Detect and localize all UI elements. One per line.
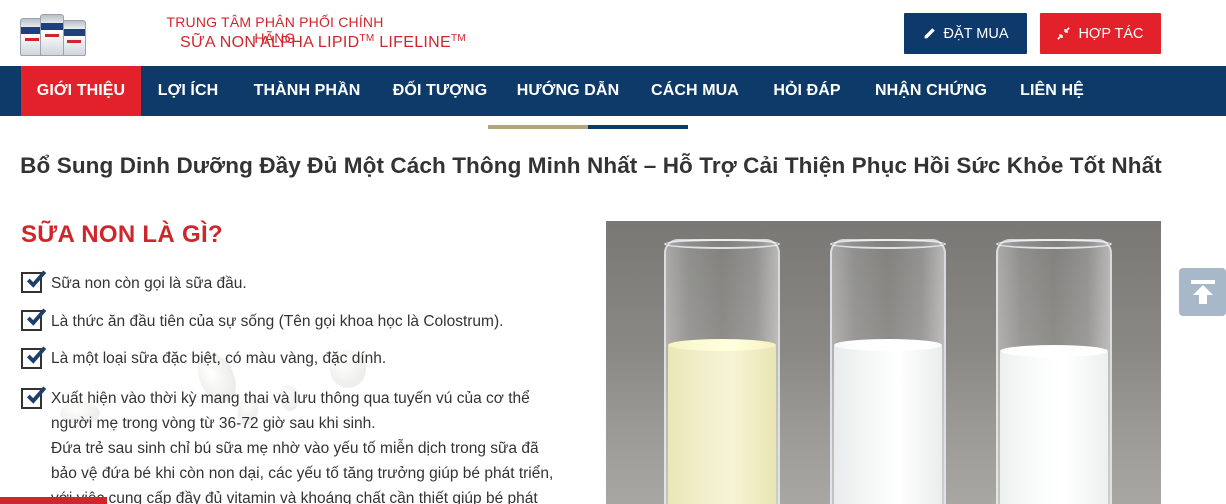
section-title: SỮA NON LÀ GÌ?	[21, 221, 223, 248]
colostrum-test-tubes-photo	[606, 221, 1161, 504]
scroll-to-top-button[interactable]	[1179, 268, 1226, 316]
tube-rim	[664, 239, 780, 249]
list-item-text: Đứa trẻ sau sinh chỉ bú sữa mẹ nhờ vào y…	[51, 440, 539, 457]
nav-item-thanh-phan[interactable]: THÀNH PHẦN	[240, 66, 374, 116]
list-item-text: Sữa non còn gọi là sữa đầu.	[51, 275, 247, 292]
checkbox-icon	[21, 308, 47, 331]
tube-liquid	[1000, 351, 1108, 504]
brand-name-part1: SỮA NON ALPHA LIPID	[180, 34, 360, 51]
scroll-to-top-icon	[1190, 280, 1215, 304]
test-tube-milk	[996, 239, 1112, 504]
compress-arrows-icon	[1057, 27, 1071, 40]
section-divider-gold	[488, 125, 588, 129]
can-icon	[40, 14, 64, 56]
nav-item-doi-tuong[interactable]: ĐỐI TƯỢNG	[383, 66, 497, 116]
can-icon	[62, 20, 86, 56]
footer-accent-strip	[0, 497, 107, 504]
nav-item-gioi-thieu[interactable]: GIỚI THIỆU	[21, 66, 141, 116]
list-item-text: bảo vệ đứa bé khi còn non dại, các yếu t…	[51, 465, 554, 482]
list-item-text: người mẹ trong vòng từ 36-72 giờ sau khi…	[51, 415, 376, 432]
pencil-icon	[924, 28, 935, 39]
tube-rim	[830, 239, 946, 249]
list-item-text: với việc cung cấp đầy đủ vitamin và khoá…	[51, 490, 538, 504]
nav-item-lien-he[interactable]: LIÊN HỆ	[1009, 66, 1095, 116]
cooperate-button-label: HỢP TÁC	[1078, 25, 1144, 42]
order-button[interactable]: ĐẶT MUA	[904, 13, 1027, 54]
list-item-text: Là một loại sữa đặc biệt, có màu vàng, đ…	[51, 350, 387, 367]
trademark-sup: TM	[451, 33, 467, 44]
nav-item-hoi-dap[interactable]: HỎI ĐÁP	[762, 66, 852, 116]
tube-liquid	[668, 345, 776, 504]
tube-liquid	[834, 345, 942, 504]
trademark-sup: TM	[359, 33, 375, 44]
site-header: TRUNG TÂM PHÂN PHỐI CHÍNH HÃNG SỮA NON A…	[0, 0, 1226, 66]
checkbox-icon	[21, 386, 47, 409]
section-divider-navy	[588, 125, 688, 129]
nav-item-cach-mua[interactable]: CÁCH MUA	[640, 66, 750, 116]
page-headline: Bổ Sung Dinh Dưỡng Đầy Đủ Một Cách Thông…	[20, 153, 1162, 178]
nav-item-loi-ich[interactable]: LỢI ÍCH	[146, 66, 230, 116]
tube-rim	[996, 239, 1112, 249]
nav-item-nhan-chung[interactable]: NHẬN CHỨNG	[864, 66, 998, 116]
checkbox-icon	[21, 346, 47, 369]
milk-cans-logo[interactable]	[18, 10, 88, 56]
brand-name-part2: LIFELINE	[374, 34, 451, 51]
test-tube-colostrum	[664, 239, 780, 504]
nav-item-huong-dan[interactable]: HƯỚNG DẪN	[507, 66, 629, 116]
test-tube-milk	[830, 239, 946, 504]
main-nav: GIỚI THIỆU LỢI ÍCH THÀNH PHẦN ĐỐI TƯỢNG …	[0, 66, 1226, 116]
brand-name[interactable]: SỮA NON ALPHA LIPIDTM LIFELINETM	[150, 33, 470, 52]
cooperate-button[interactable]: HỢP TÁC	[1040, 13, 1161, 54]
list-item-text: Xuất hiện vào thời kỳ mang thai và lưu t…	[51, 390, 530, 407]
list-item-text: Là thức ăn đầu tiên của sự sống (Tên gọi…	[51, 313, 504, 330]
order-button-label: ĐẶT MUA	[943, 25, 1009, 42]
checkbox-icon	[21, 270, 47, 293]
